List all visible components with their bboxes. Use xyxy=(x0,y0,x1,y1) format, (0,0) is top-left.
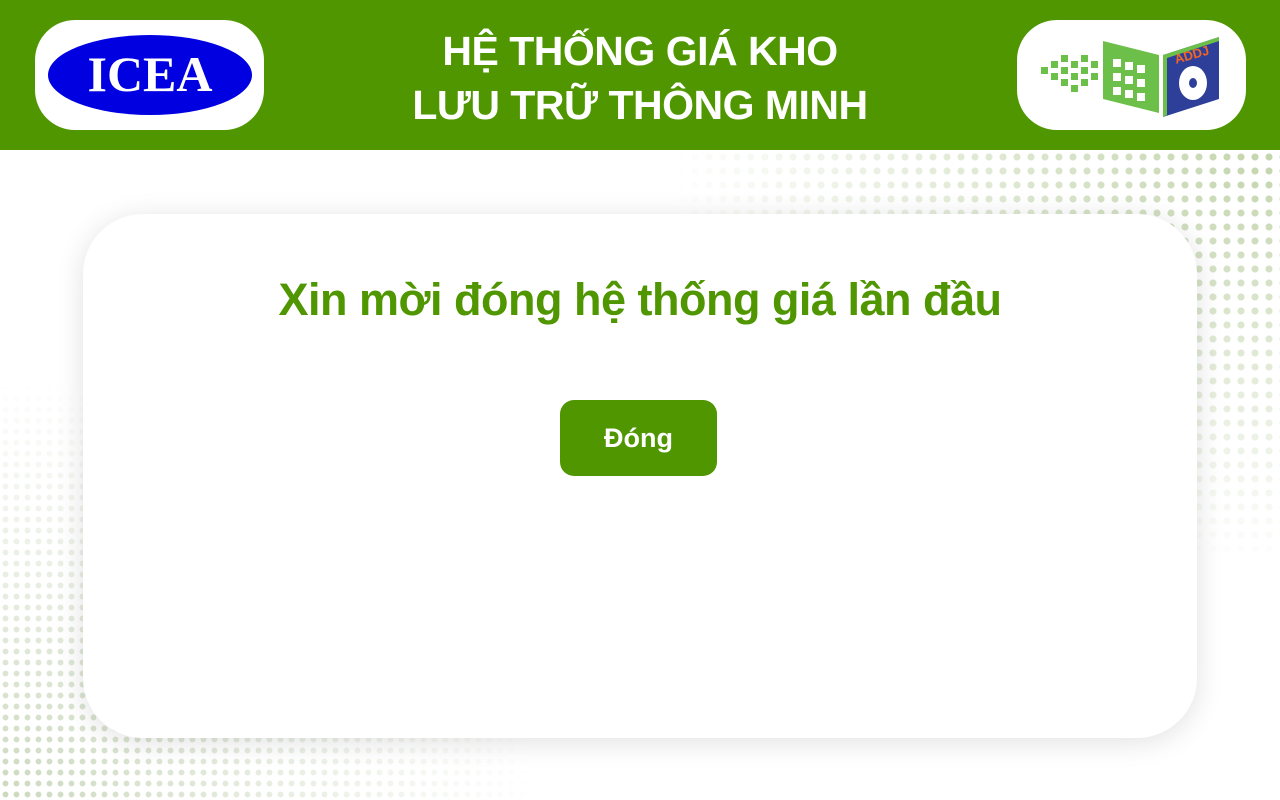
page-title-line-2: LƯU TRỮ THÔNG MINH xyxy=(412,82,868,128)
page-title-line-1: HỆ THỐNG GIÁ KHO xyxy=(442,28,838,74)
page-title: HỆ THỐNG GIÁ KHO LƯU TRỮ THÔNG MINH xyxy=(330,24,950,132)
addj-logo-container: ADDJ xyxy=(1017,20,1246,130)
pixel-trail-decoration xyxy=(1040,55,1098,92)
app-screen: ICEA HỆ THỐNG GIÁ KHO LƯU TRỮ THÔNG MINH xyxy=(0,0,1280,800)
icea-logo-container: ICEA xyxy=(35,20,264,130)
close-button[interactable]: Đóng xyxy=(560,400,717,476)
dialog-card: Xin mời đóng hệ thống giá lần đầu Đóng xyxy=(83,214,1197,738)
icea-logo-icon: ICEA xyxy=(47,35,252,115)
header-bar: ICEA HỆ THỐNG GIÁ KHO LƯU TRỮ THÔNG MINH xyxy=(0,0,1280,150)
addj-logo-icon: ADDJ xyxy=(1040,37,1219,117)
icea-logo-text: ICEA xyxy=(87,46,212,102)
dialog-message: Xin mời đóng hệ thống giá lần đầu xyxy=(278,274,1002,325)
